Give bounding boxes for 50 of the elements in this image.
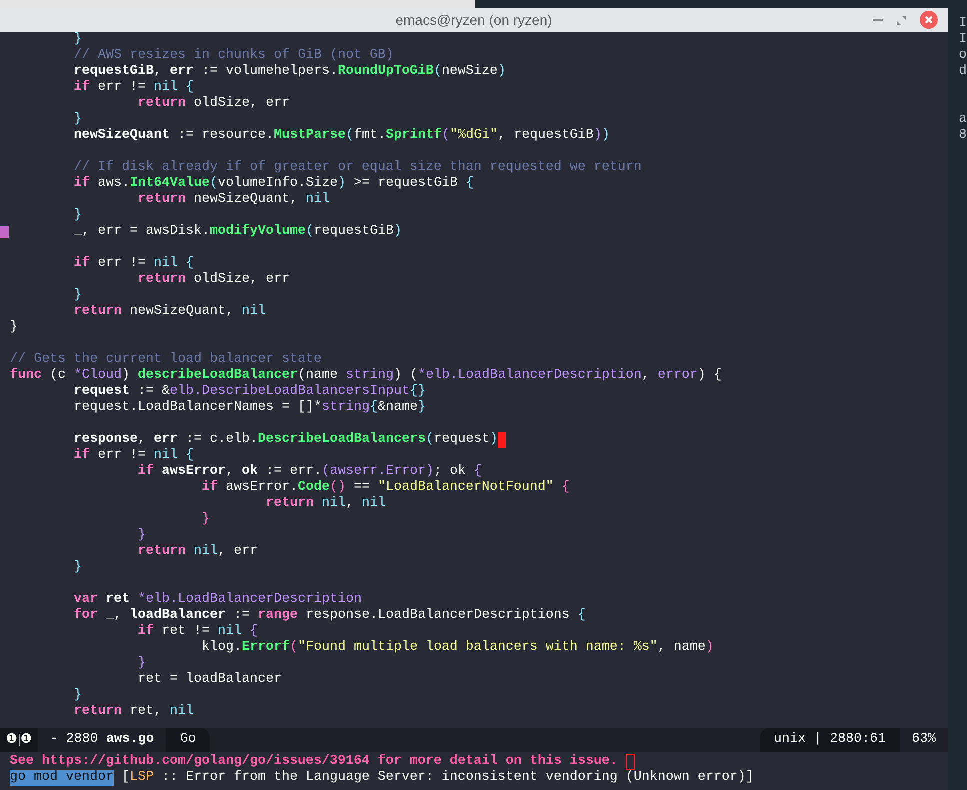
code-line: return oldSize, err [136,96,290,112]
code-line: requestGiB, err := volumehelpers.RoundUpToGiB(newSize) [73,64,506,80]
minibuffer-cursor [626,754,635,770]
code-line: } [73,688,82,704]
code-line: if aws.Int64Value(volumeInfo.Size) >= requestGiB { [73,176,474,192]
code-line: return nil, nil [264,496,386,512]
code-line: } [73,112,82,128]
restore-icon[interactable] [897,16,906,24]
code-line: } [73,208,82,224]
code-line: response, err := c.elb.DescribeLoadBalancers(request) [73,432,498,448]
code-line: return newSizeQuant, nil [136,192,330,208]
code-line: klog.Errorf("Found multiple load balancers with name: %s", name) [200,640,714,656]
code-line: } [136,528,146,544]
echo-message: See https://github.com/golang/go/issues/39164 for more detail on this issue. [10,754,618,770]
code-line: _, err = awsDisk.modifyVolume(requestGiB) [73,224,402,240]
code-line: // If disk already if of greater or equal size than requested we return [73,160,642,176]
code-line: newSizeQuant := resource.MustParse(fmt.Sprintf("%dGi", requestGiB)) [73,128,610,144]
code-line: if ret != nil { [136,624,258,640]
code-line: } [73,560,82,576]
code-line: // Gets the current load balancer state [10,352,322,368]
encoding-and-position: unix | 2880:61 [760,728,900,752]
code-line: for _, loadBalancer := range response.LoadBalancerDescriptions { [73,608,586,624]
close-icon[interactable] [920,11,938,29]
code-line: request.LoadBalancerNames = []*string{&name} [73,400,426,416]
code-line: if awsError, ok := err.(awserr.Error); ok { [136,464,482,480]
selected-text: go mod vendor [10,770,114,786]
code-line: func (c *Cloud) describeLoadBalancer(name string) (*elb.LoadBalancerDescription, error) { [10,368,722,384]
code-line: } [10,320,18,336]
window-title: emacs@ryzen (on ryzen) [396,10,552,30]
code-line: return nil, err [136,544,258,560]
code-line: } [73,32,82,48]
code-line: ret = loadBalancer [136,672,282,688]
code-line: return oldSize, err [136,272,290,288]
code-line: return newSizeQuant, nil [73,304,266,320]
code-line: if awsError.Code() == "LoadBalancerNotFound" { [200,480,570,496]
code-line: return ret, nil [73,704,194,720]
minimize-icon[interactable] [873,18,883,22]
code-line: } [136,656,146,672]
code-line: var ret *elb.LoadBalancerDescription [73,592,362,608]
window-number: ❶ ❶ [0,728,38,752]
code-line: if err != nil { [73,256,194,272]
major-mode: Go [166,728,210,752]
code-line: // AWS resizes in chunks of GiB (not GB) [73,48,394,64]
code-line: } [73,288,82,304]
code-line: request := &elb.DescribeLoadBalancersInput{} [73,384,426,400]
code-line: if err != nil { [73,448,194,464]
code-line: } [200,512,210,528]
lsp-error-message: [LSP :: Error from the Language Server: inconsistent vendoring (Unknown error)] [120,770,754,786]
code-line: if err != nil { [73,80,194,96]
buffer-name: - 2880 aws.go [49,731,156,749]
